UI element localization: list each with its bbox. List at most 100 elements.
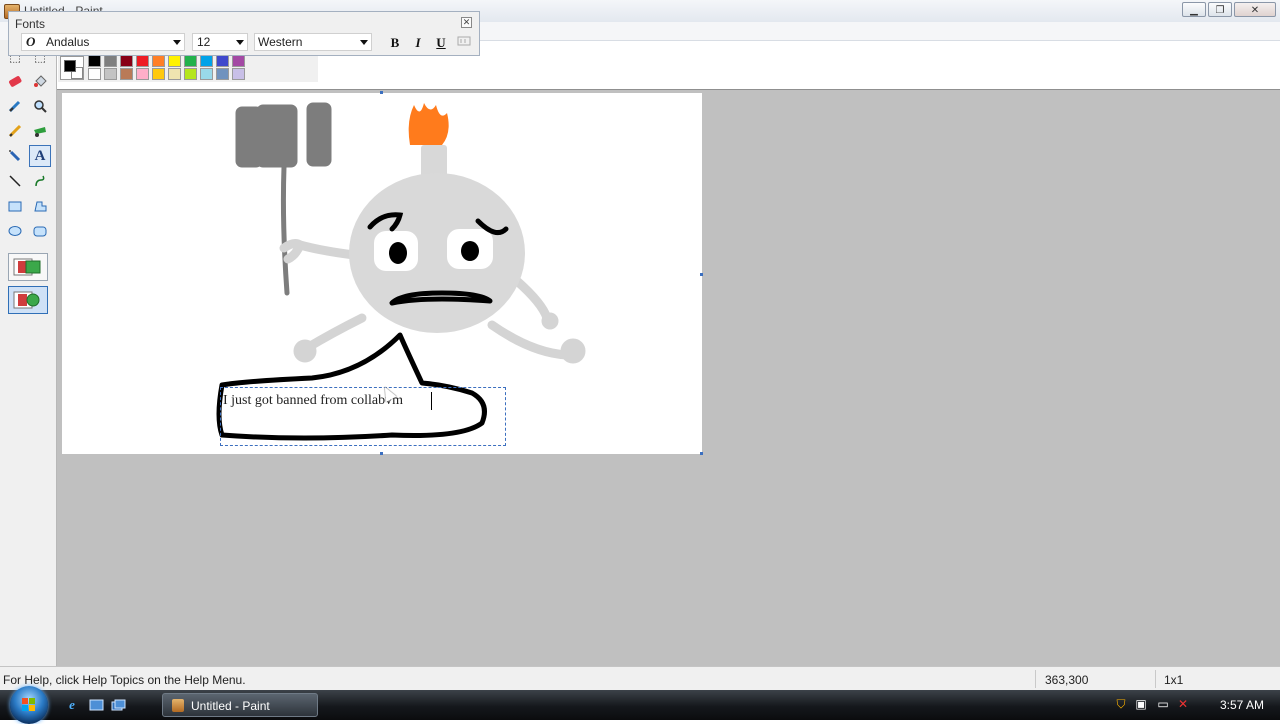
text-entry-content: I just got banned from collabvm: [223, 393, 404, 408]
minimize-icon: ▁: [1190, 5, 1198, 16]
transparent-background-icon: [13, 291, 40, 309]
maximize-button[interactable]: ❐: [1208, 2, 1232, 17]
eyedropper-icon: [8, 100, 21, 113]
network-icon[interactable]: ▣: [1134, 697, 1148, 711]
color-swatch[interactable]: [216, 55, 229, 67]
color-swatch[interactable]: [200, 68, 213, 80]
monitor-icon[interactable]: ▭: [1156, 697, 1170, 711]
resize-handle-right[interactable]: [700, 273, 703, 276]
rectangle-tool[interactable]: [4, 195, 26, 217]
ellipse-icon: [8, 226, 22, 236]
transparent-background-option[interactable]: [8, 286, 48, 314]
text-tool[interactable]: A: [29, 145, 51, 167]
color-swatch[interactable]: [104, 68, 117, 80]
color-swatch[interactable]: [136, 68, 149, 80]
close-button[interactable]: ✕: [1234, 2, 1276, 17]
underline-button[interactable]: U: [431, 34, 451, 51]
rectangle-icon: [8, 201, 22, 212]
switch-windows-launcher[interactable]: [110, 697, 126, 713]
brush-tool[interactable]: [29, 120, 51, 142]
color-swatch[interactable]: [136, 55, 149, 67]
color-swatch[interactable]: [120, 55, 133, 67]
color-swatch[interactable]: [232, 68, 245, 80]
resize-handle-top[interactable]: [380, 91, 383, 94]
minimize-button[interactable]: ▁: [1182, 2, 1206, 17]
resize-handle-corner[interactable]: [700, 452, 703, 455]
color-swatch[interactable]: [168, 55, 181, 67]
font-name-dropdown[interactable]: O Andalus: [21, 33, 185, 51]
rounded-rectangle-icon: [33, 226, 47, 237]
color-swatch[interactable]: [104, 55, 117, 67]
curve-icon: [35, 175, 45, 187]
curve-tool[interactable]: [29, 170, 51, 192]
current-colors[interactable]: [60, 56, 84, 80]
fonts-toolbar: Fonts ✕ O Andalus 12 Western B I U: [8, 11, 480, 56]
fonts-toolbar-title: Fonts: [15, 17, 46, 31]
vertical-text-button[interactable]: [454, 34, 474, 51]
pencil-icon: [8, 124, 22, 138]
magnifier-tool[interactable]: [29, 95, 51, 117]
color-swatch[interactable]: [232, 55, 245, 67]
script-dropdown[interactable]: Western: [254, 33, 372, 51]
show-desktop-launcher[interactable]: [88, 697, 104, 713]
pick-color-tool[interactable]: [4, 95, 26, 117]
text-caret: [431, 392, 432, 410]
color-swatch[interactable]: [88, 68, 101, 80]
airbrush-icon: [9, 150, 21, 162]
system-clock[interactable]: 3:57 AM: [1220, 698, 1264, 712]
ellipse-tool[interactable]: [4, 220, 26, 242]
show-desktop-icon: [89, 699, 103, 710]
internet-explorer-launcher[interactable]: e: [64, 697, 80, 713]
color-swatch[interactable]: [184, 68, 197, 80]
eraser-icon: [9, 76, 22, 87]
status-divider: [1035, 670, 1036, 688]
font-size-dropdown[interactable]: 12: [192, 33, 248, 51]
tool-box: ⬚ ⬚ A: [0, 40, 57, 666]
bold-button[interactable]: B: [385, 34, 405, 51]
pencil-tool[interactable]: [4, 120, 26, 142]
internet-explorer-icon: e: [69, 697, 75, 712]
color-swatch[interactable]: [168, 68, 181, 80]
selection-size: 1x1: [1164, 673, 1184, 687]
color-swatch[interactable]: [200, 55, 213, 67]
resize-handle-bottom[interactable]: [380, 452, 383, 455]
chevron-down-icon: [173, 40, 181, 45]
status-divider: [1155, 670, 1156, 688]
color-swatch[interactable]: [216, 68, 229, 80]
magnifier-icon: [34, 100, 47, 113]
opaque-background-icon: [13, 258, 41, 276]
line-tool[interactable]: [4, 170, 26, 192]
rounded-rectangle-tool[interactable]: [29, 220, 51, 242]
opentype-font-icon: O: [26, 34, 36, 49]
script-value: Western: [258, 35, 303, 49]
vertical-text-icon: [457, 36, 471, 46]
color-swatch[interactable]: [120, 68, 133, 80]
color-swatch[interactable]: [152, 55, 165, 67]
airbrush-tool[interactable]: [4, 145, 26, 167]
color-swatch[interactable]: [184, 55, 197, 67]
fonts-toolbar-close-button[interactable]: ✕: [461, 17, 472, 28]
cursor-coordinates: 363,300: [1045, 673, 1089, 687]
pitchfork-drawing: [235, 102, 332, 296]
taskbar-button-paint[interactable]: Untitled - Paint: [162, 693, 318, 717]
font-name-value: Andalus: [46, 35, 90, 49]
fill-with-color-tool[interactable]: [29, 70, 51, 92]
font-size-value: 12: [197, 35, 211, 49]
italic-button[interactable]: I: [408, 34, 428, 51]
eraser-tool[interactable]: [4, 70, 26, 92]
color-palette: [58, 52, 318, 82]
close-icon: ✕: [462, 17, 471, 27]
security-shield-icon[interactable]: ⛉: [1114, 697, 1128, 711]
chevron-down-icon: [236, 40, 244, 45]
status-help-text: For Help, click Help Topics on the Help …: [3, 673, 246, 687]
opaque-background-option[interactable]: [8, 253, 48, 281]
color-swatch[interactable]: [88, 55, 101, 67]
start-button[interactable]: [10, 686, 48, 724]
polygon-tool[interactable]: [29, 195, 51, 217]
chevron-down-icon: [360, 40, 368, 45]
paint-bucket-icon: [34, 75, 47, 87]
foreground-color: [64, 60, 76, 72]
volume-muted-icon[interactable]: ✕: [1176, 697, 1190, 711]
color-swatch[interactable]: [152, 68, 165, 80]
polygon-icon: [34, 201, 47, 212]
